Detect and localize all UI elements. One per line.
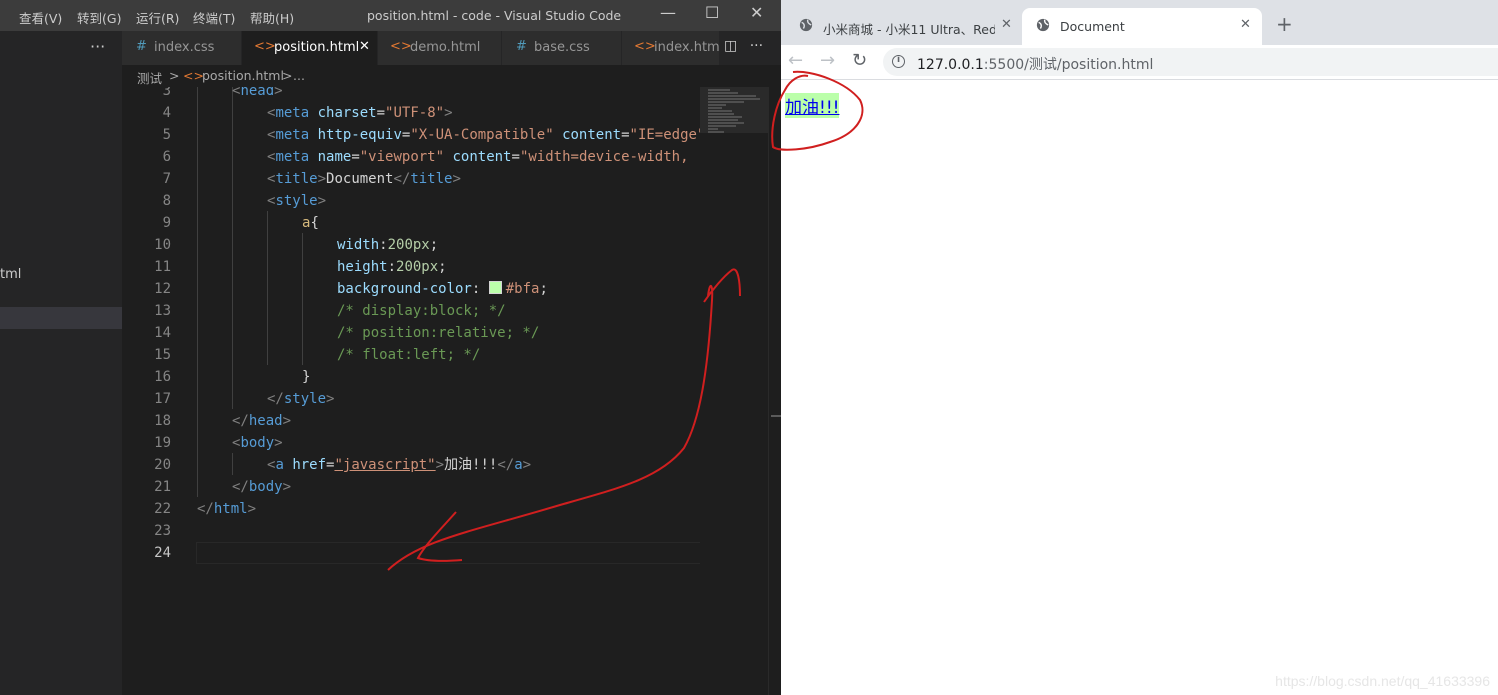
page-link[interactable]: 加油!!!: [785, 93, 840, 118]
vscode-window: 查看(V) 转到(G) 运行(R) 终端(T) 帮助(H) position.h…: [0, 0, 781, 695]
color-swatch[interactable]: [488, 281, 502, 294]
sidebar-item-partial[interactable]: tml: [0, 267, 21, 282]
tab-base-css[interactable]: # base.css: [502, 31, 622, 65]
code-line: 13/* display:block; */: [154, 303, 506, 319]
code-line: 22 </html>: [154, 501, 257, 517]
code-line: 7 <title>Document</title>: [162, 171, 461, 187]
css-file-icon: #: [516, 39, 527, 54]
breadcrumb-folder[interactable]: 测试: [137, 68, 162, 87]
menu-terminal[interactable]: 终端(T): [193, 8, 235, 27]
css-file-icon: #: [136, 39, 147, 54]
current-line-highlight: [196, 542, 700, 564]
code-line: 17 </style>: [154, 391, 335, 407]
browser-tab-title: Document: [1060, 19, 1125, 34]
minimap[interactable]: [700, 87, 768, 695]
code-line: 16}: [154, 369, 311, 385]
sidebar-more-icon[interactable]: ···: [90, 37, 105, 56]
split-editor-icon[interactable]: ◫: [724, 38, 737, 54]
code-line: 9 a{: [162, 215, 319, 231]
code-line: 15/* float:left; */: [154, 347, 481, 363]
menu-run[interactable]: 运行(R): [136, 8, 179, 27]
code-line: 20 <a href="javascript">加油!!!</a>: [154, 457, 532, 473]
html-file-icon: <>: [634, 39, 656, 54]
menu-help[interactable]: 帮助(H): [250, 8, 294, 27]
tab-label: index.html: [654, 40, 720, 55]
tab-label: demo.html: [410, 40, 481, 55]
watermark: https://blog.csdn.net/qq_41633396: [1275, 673, 1490, 689]
back-button[interactable]: ←: [788, 50, 803, 71]
code-line: 21 </body>: [154, 479, 292, 495]
code-line: 11 height:200px;: [154, 259, 447, 275]
tab-index-html[interactable]: <> index.html: [622, 31, 720, 65]
code-line: 6 <meta name="viewport" content="width=de…: [162, 149, 689, 165]
html-file-icon: <>: [390, 39, 412, 54]
tab-position-html[interactable]: <> position.html ✕: [242, 31, 378, 65]
code-line: 19 <body>: [154, 435, 283, 451]
sidebar-selected-row[interactable]: [0, 307, 122, 329]
maximize-button[interactable]: ☐: [705, 3, 719, 22]
browser-tab-xiaomi[interactable]: 小米商城 - 小米11 Ultra、Redmi ✕: [785, 8, 1019, 45]
browser-tab-document[interactable]: Document ✕: [1022, 8, 1262, 45]
editor-scrollbar[interactable]: [768, 87, 781, 695]
browser-tab-title: 小米商城 - 小米11 Ultra、Redmi: [823, 22, 995, 37]
code-line: 5 <meta http-equiv="X-UA-Compatible" cont…: [162, 127, 700, 143]
minimize-button[interactable]: —: [660, 3, 676, 22]
breadcrumb-separator: >: [282, 68, 293, 83]
reload-button[interactable]: ↻: [852, 50, 867, 71]
code-line: 10 width:200px;: [154, 237, 439, 253]
code-line-current: 24: [122, 542, 700, 564]
menu-view[interactable]: 查看(V): [19, 8, 62, 27]
address-bar[interactable]: i 127.0.0.1:5500/测试/position.html: [883, 48, 1498, 76]
code-line: 12 background-color: #bfa;: [154, 281, 548, 297]
code-line: 18 </head>: [154, 413, 292, 429]
site-info-icon[interactable]: i: [892, 55, 905, 68]
globe-icon: [799, 18, 813, 32]
breadcrumb: 测试 > <> position.html > ...: [122, 65, 781, 87]
html-file-icon: <>: [183, 68, 204, 83]
scrollbar-thumb[interactable]: [771, 415, 781, 417]
code-line: 3 <head>: [162, 87, 283, 99]
code-line: 4 <meta charset="UTF-8">: [162, 105, 453, 121]
tab-close-icon[interactable]: ✕: [359, 39, 370, 54]
more-actions-icon[interactable]: ···: [750, 38, 763, 54]
breadcrumb-file[interactable]: position.html: [202, 68, 284, 83]
code-line: 23: [154, 523, 171, 539]
title-bar: 查看(V) 转到(G) 运行(R) 终端(T) 帮助(H) position.h…: [0, 0, 781, 31]
page-viewport: 加油!!! https://blog.csdn.net/qq_41633396: [781, 80, 1498, 695]
tab-label: position.html: [274, 40, 360, 55]
tab-demo-html[interactable]: <> demo.html: [378, 31, 502, 65]
tab-close-icon[interactable]: ✕: [1240, 17, 1251, 32]
close-window-button[interactable]: ✕: [750, 3, 763, 22]
code-line: 8 <style>: [162, 193, 327, 209]
tab-actions: ◫ ···: [724, 38, 763, 54]
globe-icon: [1036, 18, 1050, 32]
browser-tab-strip: 小米商城 - 小米11 Ultra、Redmi ✕ Document ✕ +: [781, 0, 1498, 45]
browser-window: 小米商城 - 小米11 Ultra、Redmi ✕ Document ✕ + ←…: [781, 0, 1498, 695]
breadcrumb-symbol[interactable]: ...: [293, 68, 305, 83]
editor-tabs: # index.css <> position.html ✕ <> demo.h…: [122, 31, 781, 65]
window-title: position.html - code - Visual Studio Cod…: [367, 8, 622, 23]
explorer-sidebar: ··· tml: [0, 31, 122, 695]
browser-toolbar: ← → ↻ i 127.0.0.1:5500/测试/position.html: [781, 45, 1498, 80]
menu-go[interactable]: 转到(G): [77, 8, 121, 27]
tab-index-css[interactable]: # index.css: [122, 31, 242, 65]
new-tab-button[interactable]: +: [1276, 12, 1293, 36]
forward-button[interactable]: →: [820, 50, 835, 71]
html-file-icon: <>: [254, 39, 276, 54]
code-line: 14/* position:relative; */: [154, 325, 540, 341]
tab-close-icon[interactable]: ✕: [1001, 17, 1012, 32]
code-editor[interactable]: 3 <head> 4 <meta charset="UTF-8"> 5 <meta h…: [122, 87, 700, 695]
breadcrumb-separator: >: [169, 68, 180, 83]
tab-label: index.css: [154, 40, 215, 55]
tab-label: base.css: [534, 40, 590, 55]
url-text[interactable]: 127.0.0.1:5500/测试/position.html: [917, 54, 1153, 74]
